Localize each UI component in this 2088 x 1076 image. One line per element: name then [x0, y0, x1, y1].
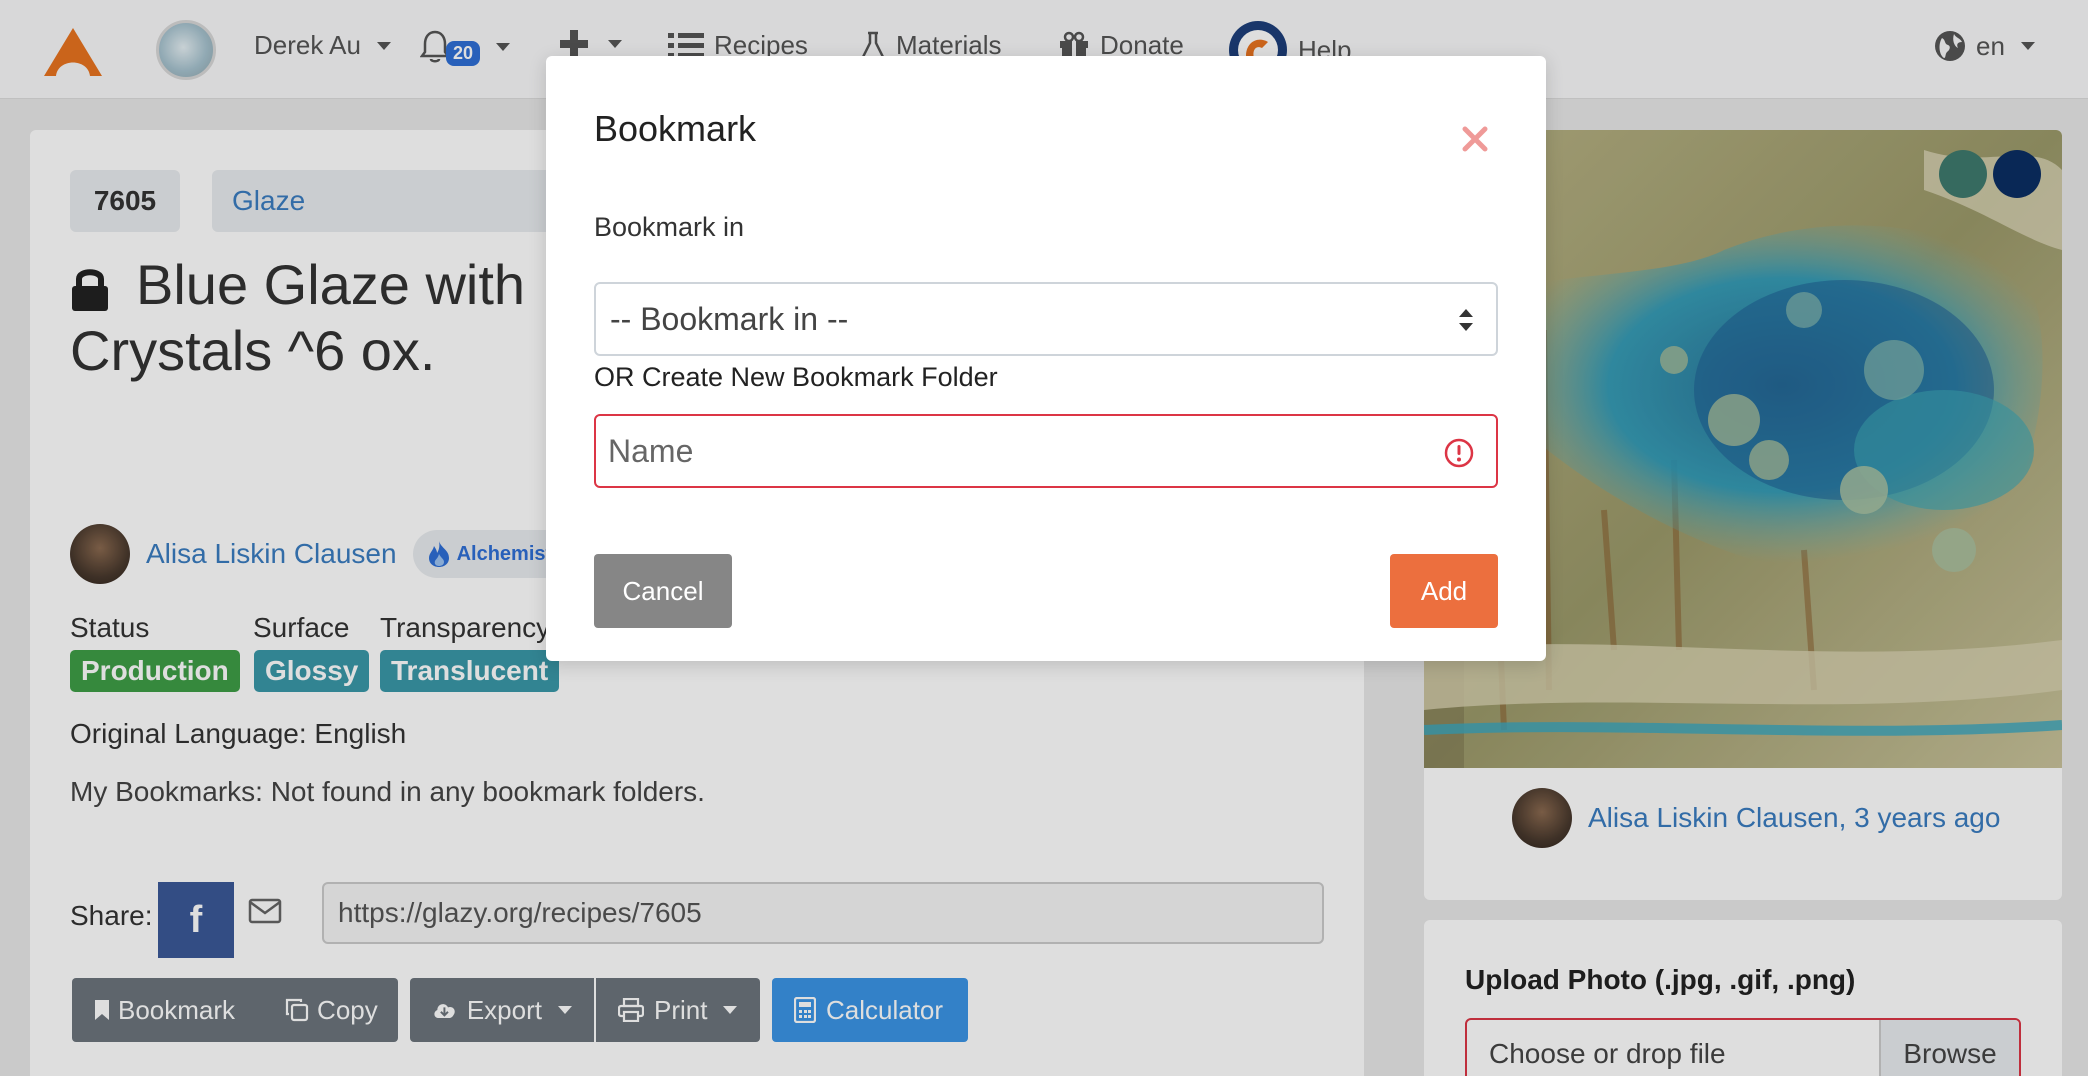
cancel-button[interactable]: Cancel — [594, 554, 732, 628]
folder-name-input[interactable]: Name — [594, 414, 1498, 488]
bookmark-modal: Bookmark Bookmark in -- Bookmark in -- O… — [546, 56, 1546, 661]
sort-arrows-icon — [1459, 309, 1473, 331]
modal-title: Bookmark — [594, 108, 757, 149]
bookmark-in-label: Bookmark in — [594, 212, 745, 242]
bookmark-folder-select[interactable]: -- Bookmark in -- — [594, 282, 1498, 356]
folder-name-placeholder: Name — [608, 432, 694, 469]
bookmark-select-value: -- Bookmark in -- — [610, 300, 849, 337]
error-icon — [1444, 438, 1474, 468]
create-folder-label: OR Create New Bookmark Folder — [594, 362, 998, 392]
close-icon[interactable] — [1460, 124, 1490, 154]
add-button[interactable]: Add — [1390, 554, 1498, 628]
